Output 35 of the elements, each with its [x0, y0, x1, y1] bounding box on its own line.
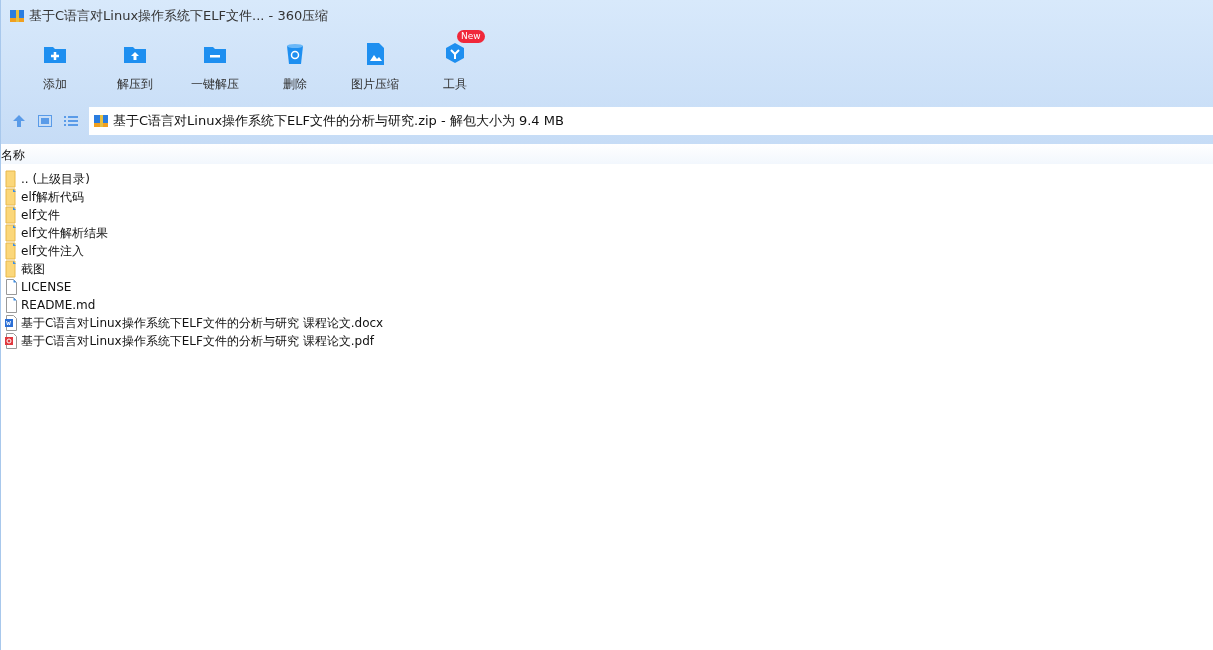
folder-file-icon	[4, 224, 18, 242]
toolbar-button[interactable]: New 工具	[415, 32, 495, 106]
folder-file-icon	[4, 188, 18, 206]
toolbar-button[interactable]: 删除	[255, 32, 335, 106]
file-name[interactable]: elf文件注入	[21, 242, 84, 260]
file-icon	[4, 278, 18, 296]
address-bar[interactable]: 基于C语言对Linux操作系统下ELF文件的分析与研究.zip - 解包大小为 9.4 MB	[89, 107, 1213, 135]
archive-icon	[9, 8, 25, 24]
file-name[interactable]: 截图	[21, 260, 45, 278]
folder-icon	[4, 170, 18, 188]
toolbar-button[interactable]: 图片压缩	[335, 32, 415, 106]
file-icon	[4, 296, 18, 314]
file-name[interactable]: .. (上级目录)	[21, 170, 90, 188]
archive-icon	[93, 113, 109, 129]
word-document-icon	[4, 314, 18, 332]
up-arrow-icon[interactable]	[11, 113, 27, 129]
folder-file-icon	[4, 206, 18, 224]
list-view-icon[interactable]	[63, 113, 79, 129]
file-name[interactable]: README.md	[21, 298, 96, 312]
toolbar-button[interactable]: 添加	[15, 32, 95, 106]
new-badge: New	[457, 30, 485, 43]
thumbnail-view-icon[interactable]	[37, 113, 53, 129]
folder-file-icon	[4, 260, 18, 278]
toolbar-button[interactable]: 一键解压	[175, 32, 255, 106]
file-name[interactable]: elf解析代码	[21, 188, 84, 206]
column-header[interactable]: 名称	[1, 147, 25, 164]
folder-file-icon	[4, 242, 18, 260]
file-name[interactable]: 基于C语言对Linux操作系统下ELF文件的分析与研究 课程论文.pdf	[21, 332, 374, 350]
pdf-document-icon	[4, 332, 18, 350]
file-name[interactable]: elf文件解析结果	[21, 224, 108, 242]
file-name[interactable]: elf文件	[21, 206, 60, 224]
file-name[interactable]: 基于C语言对Linux操作系统下ELF文件的分析与研究 课程论文.docx	[21, 314, 384, 332]
file-name[interactable]: LICENSE	[21, 280, 72, 294]
toolbar-button[interactable]: 解压到	[95, 32, 175, 106]
window-title: 基于C语言对Linux操作系统下ELF文件... - 360压缩	[29, 7, 329, 25]
